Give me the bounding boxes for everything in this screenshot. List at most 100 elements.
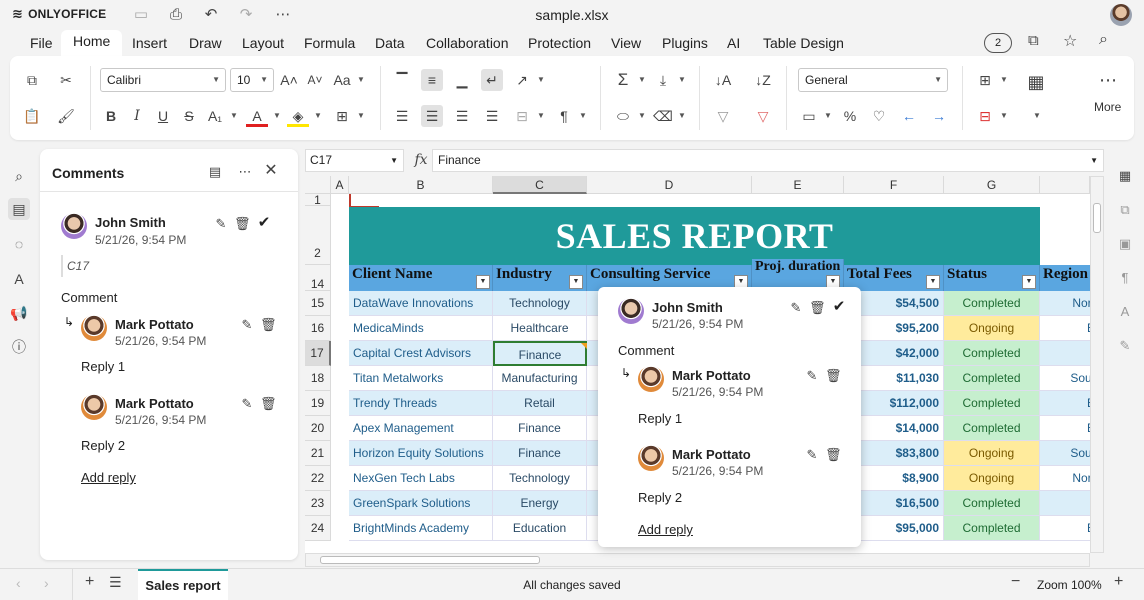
- image-settings-icon[interactable]: ▣: [1115, 234, 1135, 254]
- italic-icon[interactable]: I: [126, 105, 148, 127]
- insert-cells-icon[interactable]: ⊞: [974, 69, 996, 91]
- sum-icon[interactable]: Σ: [612, 69, 634, 91]
- underline-icon[interactable]: U: [152, 105, 174, 127]
- table-cell[interactable]: Manufacturing: [493, 366, 587, 391]
- table-cell[interactable]: Completed: [944, 366, 1040, 391]
- table-cell[interactable]: Ongoing: [944, 466, 1040, 491]
- chevron-down-icon[interactable]: ▼: [578, 105, 588, 127]
- cut-icon[interactable]: ✂: [55, 69, 77, 91]
- users-count-badge[interactable]: 2: [984, 33, 1012, 53]
- edit-icon[interactable]: ✎: [804, 447, 820, 463]
- row-header[interactable]: 17: [305, 341, 331, 366]
- chevron-down-icon[interactable]: ▼: [677, 105, 687, 127]
- spellcheck-icon[interactable]: A: [8, 268, 30, 290]
- table-cell[interactable]: NexGen Tech Labs: [349, 466, 493, 491]
- delete-cells-icon[interactable]: ⊟: [974, 105, 996, 127]
- row-header[interactable]: 16: [305, 316, 331, 341]
- chevron-down-icon[interactable]: ▼: [677, 69, 687, 91]
- add-reply-link[interactable]: Add reply: [638, 522, 693, 537]
- align-left-icon[interactable]: ☰: [391, 105, 413, 127]
- open-location-icon[interactable]: ⧉: [1028, 32, 1039, 49]
- paragraph-settings-icon[interactable]: ¶: [1115, 268, 1135, 288]
- increase-font-icon[interactable]: A˄: [278, 69, 300, 91]
- table-cell[interactable]: Capital Crest Advisors: [349, 341, 493, 366]
- comment-marker[interactable]: [581, 343, 587, 349]
- chevron-down-icon[interactable]: ▼: [536, 69, 546, 91]
- row-header[interactable]: 21: [305, 441, 331, 466]
- merge-cells-icon[interactable]: ⊟: [511, 105, 533, 127]
- menu-collaboration[interactable]: Collaboration: [418, 33, 517, 56]
- column-header[interactable]: B: [349, 176, 493, 194]
- favorite-star-icon[interactable]: ☆: [1063, 31, 1077, 51]
- justify-icon[interactable]: ☰: [481, 105, 503, 127]
- chevron-down-icon[interactable]: ▼: [272, 105, 282, 127]
- accounting-format-icon[interactable]: ▭: [798, 105, 820, 127]
- chat-icon[interactable]: ◌: [8, 233, 30, 255]
- borders-icon[interactable]: ⊞: [331, 105, 353, 127]
- signature-icon[interactable]: ✎: [1115, 336, 1135, 356]
- function-icon[interactable]: fx: [410, 149, 432, 172]
- text-direction-icon[interactable]: ¶: [553, 105, 575, 127]
- change-case-icon[interactable]: Aa: [331, 69, 353, 91]
- table-cell[interactable]: E: [1040, 316, 1090, 341]
- comments-icon[interactable]: ▤: [8, 198, 30, 220]
- decrease-font-icon[interactable]: A˅: [304, 69, 326, 91]
- menu-protection[interactable]: Protection: [520, 33, 599, 56]
- delete-icon[interactable]: 🗑: [809, 300, 826, 316]
- row-header[interactable]: 23: [305, 491, 331, 516]
- more-button[interactable]: More: [1094, 100, 1121, 114]
- menu-layout[interactable]: Layout: [234, 33, 292, 56]
- edit-icon[interactable]: ✎: [804, 368, 820, 384]
- menu-home[interactable]: Home: [61, 30, 123, 56]
- delete-icon[interactable]: 🗑: [234, 216, 251, 232]
- table-cell[interactable]: Finance: [493, 341, 587, 366]
- row-header[interactable]: 15: [305, 291, 331, 316]
- clear-filter-icon[interactable]: ▽: [752, 105, 774, 127]
- horizontal-scrollbar[interactable]: [305, 553, 1090, 567]
- table-cell[interactable]: [1040, 491, 1090, 516]
- sort-ascending-icon[interactable]: ↓A: [712, 69, 734, 91]
- close-icon[interactable]: ✕: [263, 163, 279, 179]
- table-cell[interactable]: Ongoing: [944, 441, 1040, 466]
- edit-icon[interactable]: ✎: [239, 317, 255, 333]
- menu-table-design[interactable]: Table Design: [755, 33, 852, 56]
- table-cell[interactable]: E: [1040, 391, 1090, 416]
- table-cell[interactable]: Technology: [493, 291, 587, 316]
- column-header[interactable]: A: [331, 176, 349, 194]
- strikethrough-icon[interactable]: S: [178, 105, 200, 127]
- table-cell[interactable]: Retail: [493, 391, 587, 416]
- align-middle-icon[interactable]: ≡: [421, 69, 443, 91]
- filter-icon[interactable]: ▽: [712, 105, 734, 127]
- number-format-select[interactable]: General ▼: [798, 68, 948, 92]
- scroll-thumb[interactable]: [320, 556, 540, 564]
- table-cell[interactable]: Sout: [1040, 441, 1090, 466]
- clear-icon[interactable]: ⌫: [652, 105, 674, 127]
- menu-data[interactable]: Data: [367, 33, 413, 56]
- chevron-down-icon[interactable]: ▼: [999, 69, 1009, 91]
- add-reply-link[interactable]: Add reply: [81, 470, 136, 485]
- more-icon[interactable]: ⋯: [237, 164, 253, 180]
- column-header[interactable]: E: [752, 176, 844, 194]
- row-header[interactable]: 18: [305, 366, 331, 391]
- table-cell[interactable]: Education: [493, 516, 587, 541]
- table-cell[interactable]: E: [1040, 416, 1090, 441]
- chevron-down-icon[interactable]: ▼: [229, 105, 239, 127]
- delete-icon[interactable]: 🗑: [825, 447, 842, 463]
- resolve-check-icon[interactable]: ✔: [256, 215, 272, 231]
- table-cell[interactable]: Completed: [944, 491, 1040, 516]
- fill-down-icon[interactable]: ⤓: [652, 69, 674, 91]
- table-cell[interactable]: Energy: [493, 491, 587, 516]
- zoom-out-icon[interactable]: −: [1011, 573, 1020, 591]
- sheet-tab[interactable]: Sales report: [138, 569, 228, 600]
- table-cell[interactable]: Trendy Threads: [349, 391, 493, 416]
- filter-dropdown-icon[interactable]: ▼: [1022, 275, 1036, 289]
- align-bottom-icon[interactable]: ▁: [451, 69, 473, 91]
- chevron-down-icon[interactable]: ▼: [356, 105, 366, 127]
- decrease-decimal-icon[interactable]: ←: [898, 105, 920, 127]
- column-header[interactable]: D: [587, 176, 752, 194]
- filter-dropdown-icon[interactable]: ▼: [926, 275, 940, 289]
- fill-color-icon[interactable]: ◈: [287, 105, 309, 127]
- font-color-icon[interactable]: A: [246, 105, 268, 127]
- table-cell[interactable]: Completed: [944, 416, 1040, 441]
- row-header[interactable]: 20: [305, 416, 331, 441]
